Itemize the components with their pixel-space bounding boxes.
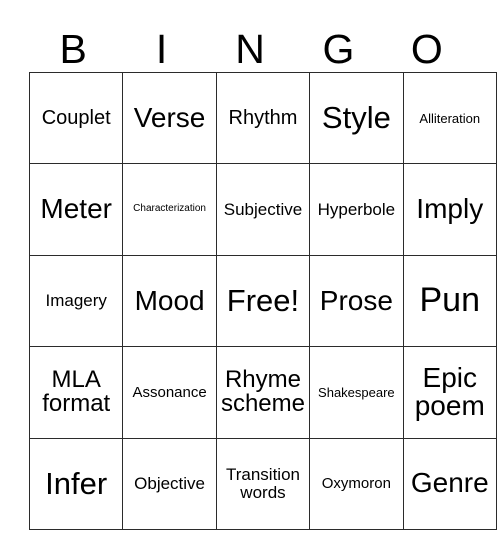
- bingo-cell[interactable]: Rhyme scheme: [215, 346, 311, 439]
- bingo-cell[interactable]: Couplet: [28, 71, 124, 165]
- bingo-cell[interactable]: Infer: [28, 437, 124, 530]
- bingo-cell[interactable]: Imply: [402, 163, 497, 256]
- bingo-cell[interactable]: Characterization: [122, 163, 217, 256]
- bingo-cell[interactable]: Oxymoron: [309, 437, 404, 530]
- bingo-row: Meter Characterization Subjective Hyperb…: [28, 163, 497, 256]
- bingo-cell-label: Oxymoron: [321, 475, 391, 493]
- bingo-cell[interactable]: Shakespeare: [309, 346, 404, 439]
- bingo-cell[interactable]: Assonance: [122, 346, 217, 439]
- bingo-row: MLA format Assonance Rhyme scheme Shakes…: [28, 346, 497, 439]
- bingo-cell[interactable]: Transition words: [215, 437, 311, 530]
- bingo-cell-label: Shakespeare: [318, 384, 395, 400]
- bingo-cell-label: Assonance: [132, 383, 207, 401]
- bingo-cell[interactable]: Alliteration: [402, 71, 497, 165]
- bingo-cell[interactable]: Style: [309, 71, 404, 165]
- bingo-row: Infer Objective Transition words Oxymoro…: [28, 437, 497, 530]
- bingo-cell-label: Objective: [134, 474, 206, 493]
- bingo-cell[interactable]: Rhythm: [215, 71, 311, 165]
- bingo-cell-label: Rhyme scheme: [220, 365, 305, 418]
- bingo-cell-label: Rhythm: [228, 106, 298, 129]
- bingo-cell-label: Verse: [133, 101, 206, 133]
- bingo-cell-label: Imply: [416, 193, 484, 225]
- bingo-cell-label: MLA format: [42, 365, 111, 418]
- bingo-cell-label: Transition words: [225, 465, 300, 502]
- bingo-cell[interactable]: Hyperbole: [309, 163, 404, 256]
- bingo-cell-label: Pun: [419, 281, 481, 320]
- bingo-cell[interactable]: Meter: [28, 163, 124, 256]
- bingo-row: Imagery Mood Free! Prose Pun: [28, 254, 497, 348]
- bingo-grid: Couplet Verse Rhythm Style Alliteration …: [28, 71, 497, 530]
- bingo-cell[interactable]: Epic poem: [402, 346, 497, 439]
- bingo-cell-free[interactable]: Free!: [215, 254, 311, 348]
- bingo-cell[interactable]: Mood: [122, 254, 217, 348]
- bingo-cell-label: Epic poem: [414, 361, 485, 422]
- bingo-cell[interactable]: MLA format: [28, 346, 124, 439]
- bingo-card: B I N G O Couplet Verse Rhythm Style All…: [0, 0, 500, 544]
- bingo-cell-label: Free!: [226, 283, 300, 319]
- bingo-cell[interactable]: Genre: [402, 437, 497, 530]
- header-letter-g: G: [322, 26, 355, 72]
- bingo-cell-label: Imagery: [45, 291, 107, 311]
- bingo-cell-label: Couplet: [41, 106, 111, 129]
- bingo-cell-label: Prose: [319, 284, 393, 316]
- bingo-cell-label: Infer: [45, 465, 108, 501]
- bingo-cell-label: Subjective: [223, 199, 303, 219]
- bingo-cell[interactable]: Prose: [309, 254, 404, 348]
- header-letter-o: O: [410, 26, 443, 72]
- bingo-cell[interactable]: Pun: [402, 254, 497, 348]
- header-letter-i: I: [155, 26, 168, 72]
- bingo-cell-label: Alliteration: [419, 110, 481, 126]
- bingo-cell[interactable]: Objective: [122, 437, 217, 530]
- bingo-cell[interactable]: Verse: [122, 71, 217, 165]
- bingo-cell-label: Mood: [134, 284, 205, 316]
- bingo-cell-label: Hyperbole: [317, 199, 396, 219]
- bingo-cell-label: Genre: [410, 467, 489, 499]
- bingo-cell[interactable]: Subjective: [215, 163, 311, 256]
- bingo-cell[interactable]: Imagery: [28, 254, 124, 348]
- bingo-cell-label: Style: [321, 100, 391, 136]
- bingo-cell-label: Characterization: [133, 203, 206, 215]
- bingo-row: Couplet Verse Rhythm Style Alliteration: [28, 71, 497, 165]
- header-letter-n: N: [235, 26, 265, 72]
- header-letter-b: B: [59, 26, 87, 72]
- bingo-cell-label: Meter: [40, 193, 112, 225]
- bingo-header-row: B I N G O: [29, 14, 471, 72]
